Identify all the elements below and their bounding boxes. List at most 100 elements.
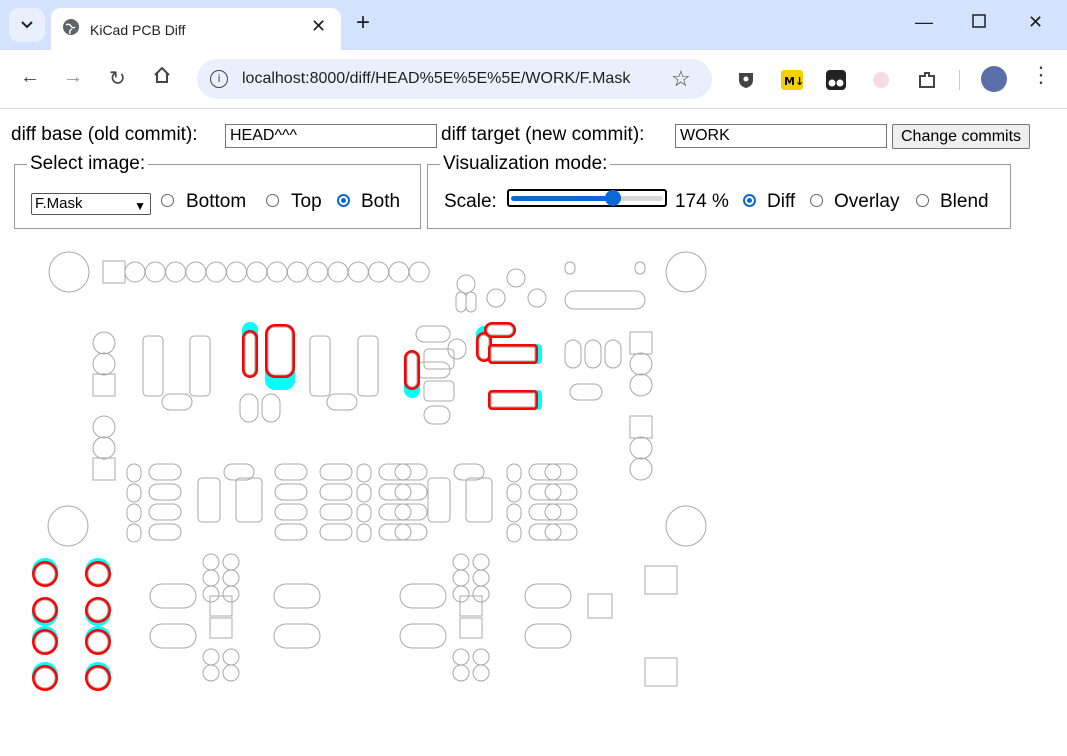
scale-slider[interactable] bbox=[507, 189, 667, 207]
smd-pad bbox=[126, 503, 142, 523]
home-icon[interactable] bbox=[153, 66, 171, 90]
smd-pad bbox=[126, 523, 142, 543]
close-icon[interactable]: ✕ bbox=[311, 16, 326, 37]
smd-pad bbox=[524, 583, 572, 609]
scale-slider-thumb[interactable] bbox=[605, 190, 621, 206]
layer-select[interactable]: F.Mask ▼ bbox=[31, 193, 151, 215]
smd-pad bbox=[459, 617, 483, 639]
smd-pad bbox=[274, 483, 308, 501]
window-close-icon[interactable]: ✕ bbox=[1028, 12, 1043, 33]
smd-pad bbox=[274, 463, 308, 481]
smd-pad bbox=[149, 623, 197, 649]
smd-pad bbox=[472, 553, 490, 571]
page-content: diff base (old commit): HEAD^^^ diff tar… bbox=[0, 109, 1067, 756]
header-pad bbox=[307, 261, 329, 283]
smd-pad bbox=[356, 523, 372, 543]
radio-top-label: Top bbox=[291, 191, 322, 212]
globe-icon bbox=[62, 18, 80, 41]
back-arrow-icon[interactable]: ← bbox=[20, 66, 40, 89]
extension-tampermonkey-icon[interactable] bbox=[826, 70, 846, 90]
smd-pad bbox=[222, 569, 240, 587]
diff-pad-inner bbox=[478, 334, 490, 360]
smd-pad bbox=[452, 553, 470, 571]
tab-title: KiCad PCB Diff bbox=[90, 22, 186, 38]
diff-pad-inner bbox=[486, 324, 514, 336]
thru-hole-inner bbox=[34, 667, 56, 689]
smd-pad bbox=[222, 585, 240, 603]
extension-markdown-icon[interactable]: M↓ bbox=[781, 70, 804, 90]
header-pad bbox=[388, 261, 410, 283]
smd-pad bbox=[126, 483, 142, 503]
layer-select-value: F.Mask bbox=[35, 195, 83, 212]
smd-pad bbox=[472, 664, 490, 682]
smd-pad bbox=[356, 483, 372, 503]
smd-pad bbox=[222, 553, 240, 571]
maximize-icon[interactable] bbox=[972, 12, 986, 33]
diff-pad-inner bbox=[267, 326, 293, 376]
scale-slider-fill bbox=[511, 196, 613, 201]
header-pad bbox=[286, 261, 308, 283]
base-label: diff base (old commit): bbox=[11, 124, 198, 145]
base-commit-input[interactable]: HEAD^^^ bbox=[225, 124, 437, 148]
scale-value: 174 % bbox=[675, 191, 729, 212]
reload-icon[interactable]: ↻ bbox=[109, 66, 126, 91]
smd-pad bbox=[452, 648, 470, 666]
address-bar[interactable]: i localhost:8000/diff/HEAD%5E%5E%5E/WORK… bbox=[197, 59, 712, 99]
smd-pad bbox=[126, 463, 142, 483]
menu-icon[interactable]: ⋮ bbox=[1030, 62, 1052, 88]
extensions-icon[interactable] bbox=[917, 70, 937, 90]
smd-pad bbox=[399, 583, 447, 609]
toolbar-separator bbox=[959, 70, 960, 90]
smd-pad bbox=[202, 585, 220, 603]
star-icon[interactable]: ☆ bbox=[671, 66, 691, 92]
plus-icon[interactable]: + bbox=[356, 11, 370, 35]
smd-pad bbox=[222, 664, 240, 682]
diff-pad-inner bbox=[244, 332, 256, 376]
smd-pad bbox=[356, 503, 372, 523]
header-pad bbox=[165, 261, 187, 283]
smd-pad bbox=[148, 523, 182, 541]
radio-bottom-label: Bottom bbox=[186, 191, 247, 212]
radio-overlay[interactable] bbox=[810, 194, 823, 207]
radio-bottom[interactable] bbox=[161, 194, 174, 207]
radio-both[interactable] bbox=[337, 194, 350, 207]
minimize-icon[interactable]: — bbox=[915, 12, 933, 33]
target-label: diff target (new commit): bbox=[441, 124, 645, 145]
forward-arrow-icon[interactable]: → bbox=[63, 66, 83, 89]
smd-pad bbox=[472, 569, 490, 587]
smd-pad bbox=[452, 585, 470, 603]
smd-pad bbox=[506, 483, 522, 503]
header-pad bbox=[327, 261, 349, 283]
smd-pad bbox=[319, 463, 353, 481]
smd-pad bbox=[506, 503, 522, 523]
extension-shield-icon[interactable] bbox=[736, 70, 756, 90]
radio-both-label: Both bbox=[361, 191, 401, 212]
radio-diff[interactable] bbox=[743, 194, 756, 207]
smd-pad bbox=[356, 463, 372, 483]
svg-text:M↓: M↓ bbox=[784, 75, 803, 88]
smd-pad bbox=[274, 503, 308, 521]
smd-pad bbox=[273, 623, 321, 649]
radio-blend[interactable] bbox=[916, 194, 929, 207]
smd-pad bbox=[452, 569, 470, 587]
smd-pad bbox=[148, 463, 182, 481]
smd-pad bbox=[274, 523, 308, 541]
change-commits-button[interactable]: Change commits bbox=[892, 124, 1031, 149]
visualization-legend: Visualization mode: bbox=[443, 153, 608, 174]
smd-pad bbox=[209, 617, 233, 639]
diff-pad-inner bbox=[406, 352, 418, 388]
extension-flower-icon[interactable] bbox=[871, 70, 891, 90]
url-text[interactable]: localhost:8000/diff/HEAD%5E%5E%5E/WORK/F… bbox=[242, 70, 630, 88]
avatar[interactable] bbox=[981, 66, 1007, 92]
smd-pad bbox=[506, 463, 522, 483]
browser-toolbar: ← → ↻ i localhost:8000/diff/HEAD%5E%5E%5… bbox=[0, 50, 1067, 109]
thru-hole-inner bbox=[87, 667, 109, 689]
info-icon[interactable]: i bbox=[210, 70, 228, 88]
thru-hole-inner bbox=[34, 599, 56, 621]
radio-top[interactable] bbox=[266, 194, 279, 207]
header-pad bbox=[266, 261, 288, 283]
smd-pad bbox=[399, 623, 447, 649]
target-commit-input[interactable]: WORK bbox=[675, 124, 887, 148]
tab-list-icon[interactable] bbox=[9, 8, 45, 42]
browser-tab[interactable]: KiCad PCB Diff ✕ bbox=[51, 8, 341, 50]
